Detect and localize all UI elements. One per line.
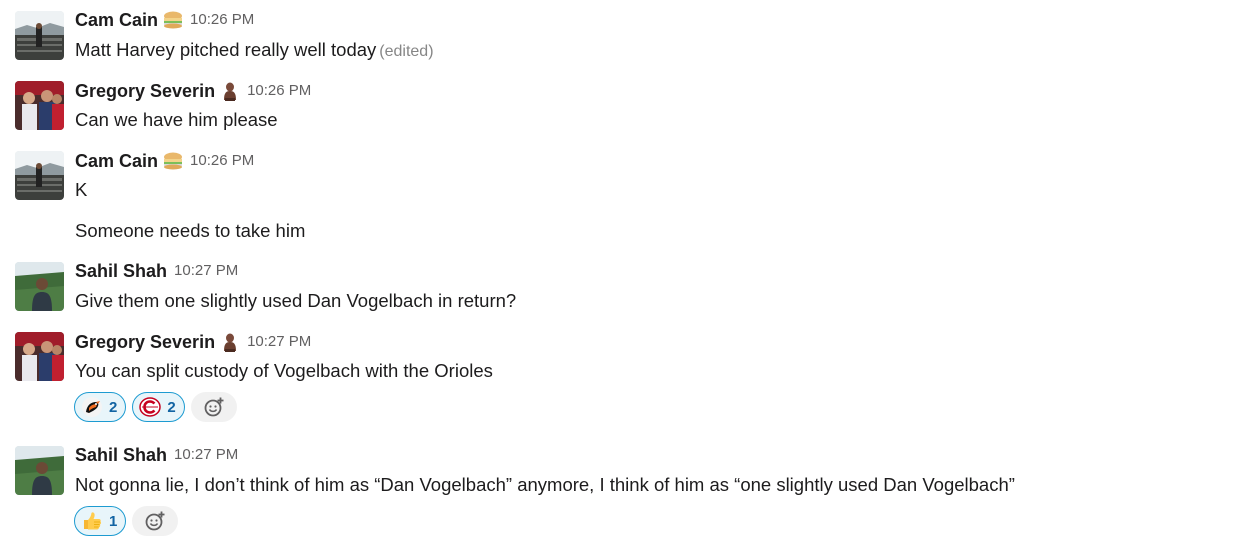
add-reaction-icon (145, 511, 165, 531)
message-text: Can we have him please (75, 109, 278, 130)
message-timestamp[interactable]: 10:26 PM (190, 152, 254, 169)
author-name[interactable]: Cam Cain (75, 151, 158, 171)
reds-c-icon (139, 397, 162, 417)
cam-cain-photo-icon (15, 11, 64, 60)
gregory-severin-photo-icon (15, 81, 64, 130)
sahil-shah-photo-icon (15, 262, 64, 311)
sandwich-icon (163, 151, 183, 171)
add-reaction-icon (204, 397, 224, 417)
author-name[interactable]: Gregory Severin (75, 81, 215, 101)
avatar-sahil-shah[interactable] (15, 262, 64, 311)
sahil-shah-photo-icon (15, 446, 64, 495)
orioles-bird-icon (82, 397, 102, 417)
bust-icon (220, 332, 240, 352)
message-timestamp[interactable]: 10:26 PM (190, 11, 254, 28)
reaction-bar: 1 (74, 505, 179, 537)
reaction-count: 1 (109, 512, 118, 530)
author-name[interactable]: Sahil Shah (75, 261, 167, 281)
message-timestamp[interactable]: 10:27 PM (247, 333, 311, 350)
cam-cain-photo-icon (15, 151, 64, 200)
message-timestamp[interactable]: 10:27 PM (174, 446, 238, 463)
bust-icon (220, 81, 240, 101)
reaction-count: 2 (109, 398, 118, 416)
message-timestamp[interactable]: 10:26 PM (247, 82, 311, 99)
thumbs-up-icon (84, 512, 102, 530)
message-text: K (75, 179, 88, 200)
gregory-severin-photo-icon (15, 332, 64, 381)
author-name[interactable]: Cam Cain (75, 10, 158, 30)
message-text: Matt Harvey pitched really well today (75, 39, 377, 60)
add-reaction-button[interactable] (190, 392, 237, 422)
message-text: Not gonna lie, I don’t think of him as “… (75, 474, 1015, 495)
reaction-thumbs-up[interactable]: 1 (74, 506, 127, 536)
sandwich-icon (163, 10, 183, 30)
reaction-count: 2 (167, 398, 176, 416)
reaction-reds[interactable]: 2 (132, 392, 185, 422)
message-text: Someone needs to take him (75, 220, 306, 241)
add-reaction-button[interactable] (132, 506, 179, 536)
author-name[interactable]: Gregory Severin (75, 332, 215, 352)
reaction-bar: 2 2 (74, 391, 237, 423)
avatar-gregory-severin[interactable] (15, 81, 64, 130)
avatar-cam-cain[interactable] (15, 151, 64, 200)
message-timestamp[interactable]: 10:27 PM (174, 262, 238, 279)
message-text: You can split custody of Vogelbach with … (75, 360, 493, 381)
avatar-sahil-shah[interactable] (15, 446, 64, 495)
edited-label: (edited) (379, 43, 434, 60)
author-name[interactable]: Sahil Shah (75, 445, 167, 465)
message-text: Give them one slightly used Dan Vogelbac… (75, 290, 517, 311)
reaction-orioles[interactable]: 2 (74, 392, 127, 422)
avatar-gregory-severin[interactable] (15, 332, 64, 381)
avatar-cam-cain[interactable] (15, 11, 64, 60)
